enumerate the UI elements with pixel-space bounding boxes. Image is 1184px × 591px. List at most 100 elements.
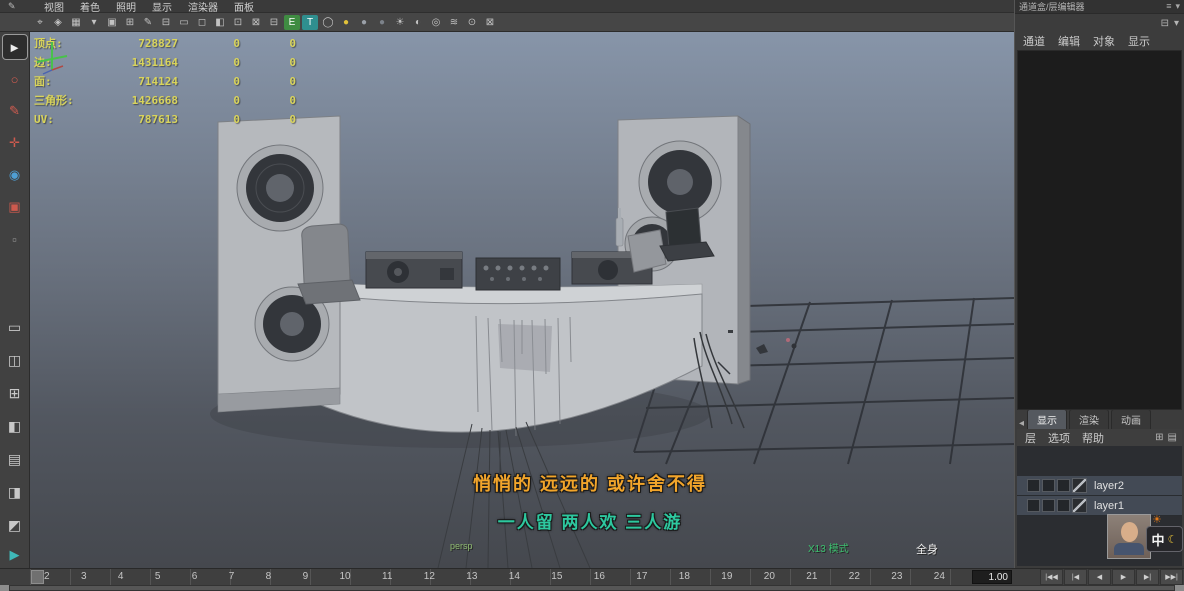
frame-number: 10 [339,571,351,582]
tool-icon[interactable]: ▫ [3,227,27,251]
range-start-handle[interactable] [0,585,9,591]
channel-box-menu-item[interactable]: 对象 [1093,33,1115,49]
toolbar-icon[interactable]: E [284,14,300,30]
pencil-icon[interactable]: ✎ [8,1,28,12]
toolbar-icon[interactable]: ⊙ [464,15,480,30]
current-time-field[interactable]: 1.00 [972,570,1012,584]
layer-editor-tab[interactable]: 渲染 [1069,409,1110,429]
layer-editor-tab[interactable]: 动画 [1111,409,1152,429]
layer-editor-menu-item[interactable]: 层 [1025,430,1036,446]
ime-indicator[interactable]: 中 ☾ [1146,526,1183,552]
hud-col2: 0 [233,37,240,50]
layout-shortcut-icon[interactable]: ⊞ [3,381,27,405]
channel-box-menu-item[interactable]: 通道 [1023,33,1045,49]
toolbar-icon[interactable]: ◧ [212,15,228,30]
layout-shortcut-icon[interactable]: ◨ [3,480,27,504]
toolbar-icon[interactable]: ▭ [176,15,192,30]
panel-title-icon[interactable]: ▾ [1175,1,1180,12]
layer-action-icon[interactable]: ▤ [1168,432,1177,443]
range-end-handle[interactable] [1175,585,1184,591]
toolbar-icon[interactable]: T [302,14,318,30]
panel-menu-item[interactable]: 显示 [152,0,172,14]
current-frame-marker[interactable] [31,570,44,584]
range-slider[interactable] [0,585,1184,591]
webcam-body [1114,543,1144,555]
panel-menu-item[interactable]: 照明 [116,0,136,14]
frame-numbers[interactable]: 2 3 4 5 6 7 8 9 10 11 12 13 14 15 16 17 18 19 20 21 22 23 24 [30,569,955,586]
playback-button[interactable]: |◀ [1064,569,1087,585]
collapse-arrow-icon[interactable]: ◂ [1019,418,1024,429]
toolbar-icon[interactable]: ◎ [428,15,444,30]
layer-color-swatch[interactable] [1072,478,1087,493]
toolbar-icon[interactable]: ◻ [194,15,210,30]
layout-shortcut-icon[interactable]: ◧ [3,414,27,438]
layer-display-toggle[interactable] [1057,479,1070,492]
toolbar-icon[interactable]: ⊠ [248,15,264,30]
viewport-canvas[interactable]: 顶点: 728827 0 0 边: 1431164 0 0 面: 714124 … [30,32,1014,568]
toolbar-icon[interactable]: ● [374,15,390,30]
range-slider-bar[interactable] [10,586,1174,590]
toolbar-icon[interactable]: ⌖ [32,15,48,30]
channel-box-empty-area[interactable] [1017,50,1182,410]
toolbar-icon[interactable]: ⊟ [158,15,174,30]
channel-box-toolbar: ⊟ ▾ [1015,14,1184,32]
toolbar-icon[interactable]: ≋ [446,15,462,30]
layout-shortcut-icon[interactable]: ◩ [3,513,27,537]
layer-color-swatch[interactable] [1072,498,1087,513]
layout-shortcut-icon[interactable]: ◫ [3,348,27,372]
panel-title-icon[interactable]: ≡ [1166,1,1171,12]
toolbar-icon[interactable]: ▾ [86,15,102,30]
toolbar-icon[interactable]: ● [356,15,372,30]
toolbar-icon[interactable]: ◈ [50,15,66,30]
layer-playback-toggle[interactable] [1042,499,1055,512]
toolbar-icon[interactable]: ▣ [104,15,120,30]
tool-icon[interactable]: ▣ [3,195,27,219]
tool-icon[interactable]: ✛ [3,131,27,155]
hud-col3: 0 [289,75,296,88]
playback-button[interactable]: ◀ [1088,569,1111,585]
playback-button[interactable]: ▶▶| [1160,569,1183,585]
layer-visibility-toggle[interactable] [1027,479,1040,492]
panel-menu-item[interactable]: 视图 [44,0,64,14]
tool-icon[interactable]: ◉ [3,163,27,187]
toolbar-icon[interactable]: ▦ [68,15,84,30]
toolbar-icon[interactable]: ◯ [320,15,336,30]
channel-box-toolbar-icon[interactable]: ⊟ [1161,18,1169,29]
channel-box-menu-item[interactable]: 编辑 [1058,33,1080,49]
toolbar-icon[interactable]: ⊠ [482,15,498,30]
toolbar-icon[interactable]: ⊡ [230,15,246,30]
panel-menu-item[interactable]: 面板 [234,0,254,14]
channel-box-menu-item[interactable]: 显示 [1128,33,1150,49]
layer-editor-menu-item[interactable]: 选项 [1048,430,1070,446]
time-slider[interactable]: 2 3 4 5 6 7 8 9 10 11 12 13 14 15 16 17 18 19 20 21 22 23 24 1… [0,568,1184,586]
layer-row[interactable]: layer2 [1017,476,1182,496]
toolbar-icon[interactable]: ⊞ [122,15,138,30]
tool-icon[interactable]: ○ [3,67,27,91]
toolbar-icon[interactable]: ☀ [392,15,408,30]
toolbar-icon[interactable]: ◐ [410,15,426,30]
hud-col2: 0 [233,113,240,126]
panel-menu-item[interactable]: 渲染器 [188,0,218,14]
layer-visibility-toggle[interactable] [1027,499,1040,512]
playback-button[interactable]: ▶| [1136,569,1159,585]
layout-shortcut-icon[interactable]: ▤ [3,447,27,471]
panel-menu-item[interactable]: 着色 [80,0,100,14]
layer-editor-menu-item[interactable]: 帮助 [1082,430,1104,446]
tool-icon[interactable]: ► [1,34,28,60]
toolbar-icon[interactable]: ● [338,15,354,30]
hypershade-icon[interactable]: ▶ [3,543,27,567]
channel-box-toolbar-icon[interactable]: ▾ [1174,18,1179,29]
toolbar-icon[interactable]: ✎ [140,15,156,30]
tool-icon[interactable]: ✎ [3,99,27,123]
playback-button[interactable]: ▶ [1112,569,1135,585]
layer-playback-toggle[interactable] [1042,479,1055,492]
layer-editor-tab[interactable]: 显示 [1027,409,1068,429]
playback-button[interactable]: |◀◀ [1040,569,1063,585]
moon-icon: ☾ [1167,533,1178,546]
toolbar-icon[interactable]: ⊟ [266,15,282,30]
panel-menubar: ✎ 视图 着色 照明 显示 渲染器 面板 [0,0,1014,14]
frame-number: 20 [763,571,775,582]
layer-action-icon[interactable]: ⊞ [1155,432,1163,443]
layout-shortcut-icon[interactable]: ▭ [3,315,27,339]
layer-display-toggle[interactable] [1057,499,1070,512]
